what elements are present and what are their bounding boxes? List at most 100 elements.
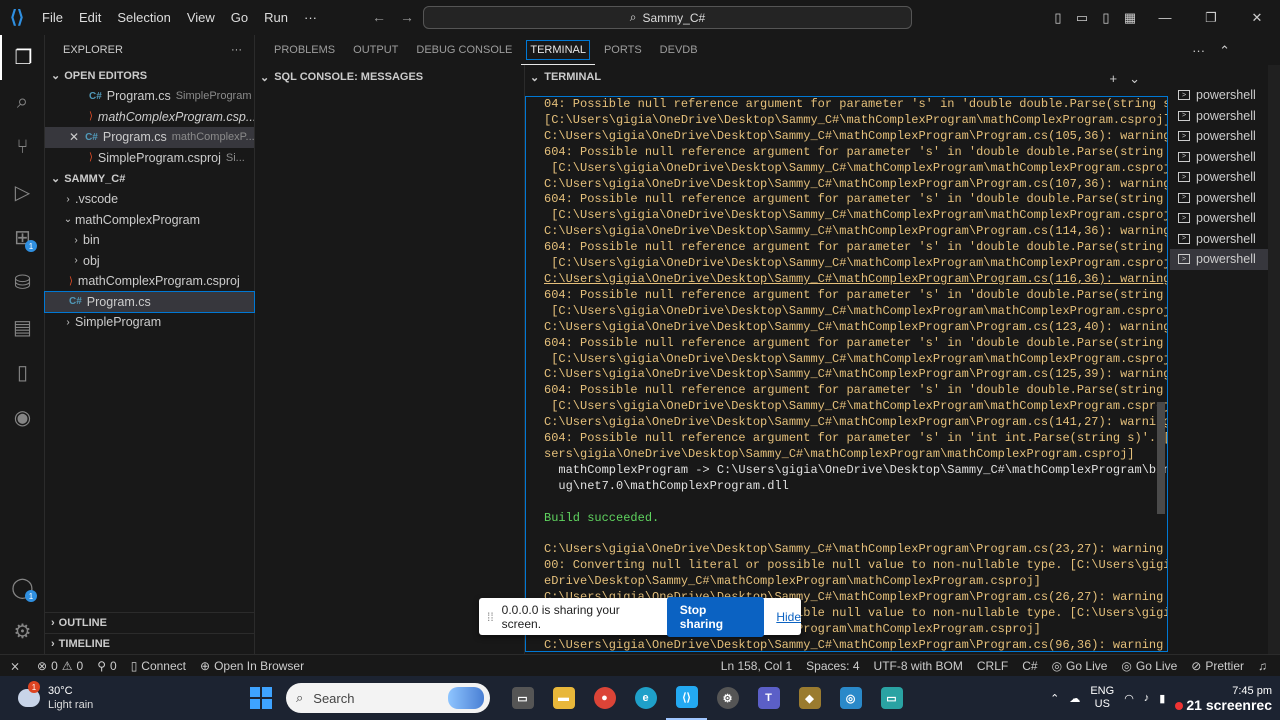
close-editor-icon[interactable]: ✕ [69,130,79,144]
menu-view[interactable]: View [179,10,223,25]
panel-scrollbar[interactable] [1268,65,1280,654]
outline-section[interactable]: › OUTLINE [45,612,255,633]
app-icon-2[interactable]: ◎ [830,676,871,720]
tree-folder-vscode[interactable]: › .vscode [45,189,254,210]
encoding-status[interactable]: UTF-8 with BOM [867,659,970,673]
minimize-icon[interactable]: — [1142,10,1188,25]
app-icon-3[interactable]: ▭ [871,676,912,720]
tree-file-csproj[interactable]: ⟩ mathComplexProgram.csproj [45,271,254,292]
edge-icon[interactable]: e [625,676,666,720]
open-editor-item[interactable]: ⟩ SimpleProgram.csproj Si... [45,148,254,169]
indentation-status[interactable]: Spaces: 4 [799,659,866,673]
testing-icon[interactable]: ▯ [0,350,45,395]
problems-status[interactable]: ⊗ 0 ⚠ 0 [30,659,90,673]
terminal-output[interactable]: 04: Possible null reference argument for… [525,96,1168,652]
settings-app-icon[interactable]: ⚙ [707,676,748,720]
go-live-status-2[interactable]: ◎ Go Live [1114,659,1184,673]
ports-status[interactable]: ⚲ 0 [90,659,123,673]
tree-folder-obj[interactable]: › obj [45,251,254,272]
tab-devdb[interactable]: DEVDB [651,35,707,65]
open-editors-section[interactable]: ⌄ OPEN EDITORS [45,65,254,86]
chevron-up-icon[interactable]: ⌃ [1050,692,1059,705]
chevron-down-icon[interactable]: ⌄ [260,71,269,84]
tab-terminal[interactable]: TERMINAL [521,35,595,65]
open-editor-item[interactable]: C# Program.cs SimpleProgram [45,86,254,107]
terminal-instance-active[interactable]: > powershell [1170,249,1280,270]
timeline-section[interactable]: › TIMELINE [45,633,255,654]
menu-selection[interactable]: Selection [109,10,178,25]
database-icon[interactable]: ⛁ [0,260,45,305]
terminal-instance[interactable]: > powershell [1170,147,1280,168]
customize-layout-icon[interactable]: ▦ [1118,10,1142,26]
tab-debug-console[interactable]: DEBUG CONSOLE [407,35,521,65]
chevron-up-icon[interactable]: ⌃ [1219,43,1230,59]
tab-ports[interactable]: PORTS [595,35,651,65]
tree-folder-simpleprogram[interactable]: › SimpleProgram [45,312,254,333]
panel-more-icon[interactable]: ··· [1192,43,1205,59]
teams-icon[interactable]: T [748,676,789,720]
terminal-instance[interactable]: > powershell [1170,208,1280,229]
file-explorer-icon[interactable]: ▬ [543,676,584,720]
close-window-icon[interactable]: ✕ [1234,10,1280,26]
settings-gear-icon[interactable]: ⚙ [0,609,45,654]
drag-handle-icon[interactable]: ⁞⁞ [487,610,494,624]
weather-widget[interactable]: 1 30°C Light rain [0,681,250,712]
terminal-instance[interactable]: > powershell [1170,126,1280,147]
volume-icon[interactable]: ♪ [1144,692,1150,704]
toggle-sidebar-icon[interactable]: ▯ [1046,10,1070,26]
tree-folder-bin[interactable]: › bin [45,230,254,251]
language-mode[interactable]: C# [1015,659,1044,673]
tree-folder-mathcomplexprogram[interactable]: ⌄ mathComplexProgram [45,210,254,231]
menu-more[interactable]: ··· [296,10,325,25]
chrome-icon[interactable]: ● [584,676,625,720]
app-icon[interactable]: ◆ [789,676,830,720]
prettier-status[interactable]: ⊘ Prettier [1184,659,1251,673]
remote-indicator-icon[interactable]: ⨯ [0,655,30,677]
terminal-instance[interactable]: > powershell [1170,167,1280,188]
eol-status[interactable]: CRLF [970,659,1015,673]
back-arrow-icon[interactable]: ← [372,9,386,25]
source-control-icon[interactable]: ⑂ [0,125,45,170]
run-debug-icon[interactable]: ▷ [0,170,45,215]
open-editor-item-active[interactable]: ✕ C# Program.cs mathComplexP... [45,127,254,148]
notifications-bell-icon[interactable]: ♫ [1251,659,1274,673]
open-browser-status[interactable]: ⊕ Open In Browser [193,659,311,673]
menu-edit[interactable]: Edit [71,10,109,25]
terminal-dropdown-icon[interactable]: ⌄ [1129,71,1140,87]
terminal-scrollbar[interactable] [1157,402,1165,514]
tree-file-program-cs[interactable]: C# Program.cs [44,290,255,313]
search-view-icon[interactable]: ⌕ [0,80,45,125]
account-icon[interactable]: ◯ 1 [0,565,45,610]
terminal-instance[interactable]: > powershell [1170,188,1280,209]
menu-go[interactable]: Go [223,10,256,25]
tab-output[interactable]: OUTPUT [344,35,407,65]
tab-problems[interactable]: PROBLEMS [265,35,344,65]
hide-button[interactable]: Hide [776,610,801,624]
toggle-secondary-sidebar-icon[interactable]: ▯ [1094,10,1118,26]
terminal-instance[interactable]: > powershell [1170,106,1280,127]
command-center-search[interactable]: ⌕ Sammy_C# [423,6,912,29]
taskbar-search[interactable]: ⌕ Search [286,683,490,713]
menu-run[interactable]: Run [256,10,296,25]
explorer-icon[interactable]: ❐ [0,35,45,80]
wifi-icon[interactable]: ◠ [1124,692,1134,705]
forward-arrow-icon[interactable]: → [400,9,414,25]
clock[interactable]: 7:45 pm 21 screenrec [1175,684,1272,712]
new-terminal-icon[interactable]: + [1110,71,1118,87]
remote-explorer-icon[interactable]: ▤ [0,305,45,350]
explorer-more-icon[interactable]: ··· [231,44,242,56]
connect-status[interactable]: ▯ Connect [124,659,193,673]
cursor-position[interactable]: Ln 158, Col 1 [714,659,799,673]
toggle-panel-icon[interactable]: ▭ [1070,10,1094,26]
battery-icon[interactable]: ▮ [1159,692,1165,705]
task-view-icon[interactable]: ▭ [502,676,543,720]
terminal-instance[interactable]: > powershell [1170,85,1280,106]
extensions-icon[interactable]: ⊞ 1 [0,215,45,260]
stop-sharing-button[interactable]: Stop sharing [666,596,765,637]
restore-icon[interactable]: ❐ [1188,10,1234,26]
terminal-instance[interactable]: > powershell [1170,229,1280,250]
menu-file[interactable]: File [34,10,71,25]
vscode-taskbar-icon[interactable]: ⟨⟩ [666,676,707,720]
onedrive-icon[interactable]: ☁ [1069,692,1080,705]
open-editor-item[interactable]: ⟩ mathComplexProgram.csp... [45,107,254,128]
